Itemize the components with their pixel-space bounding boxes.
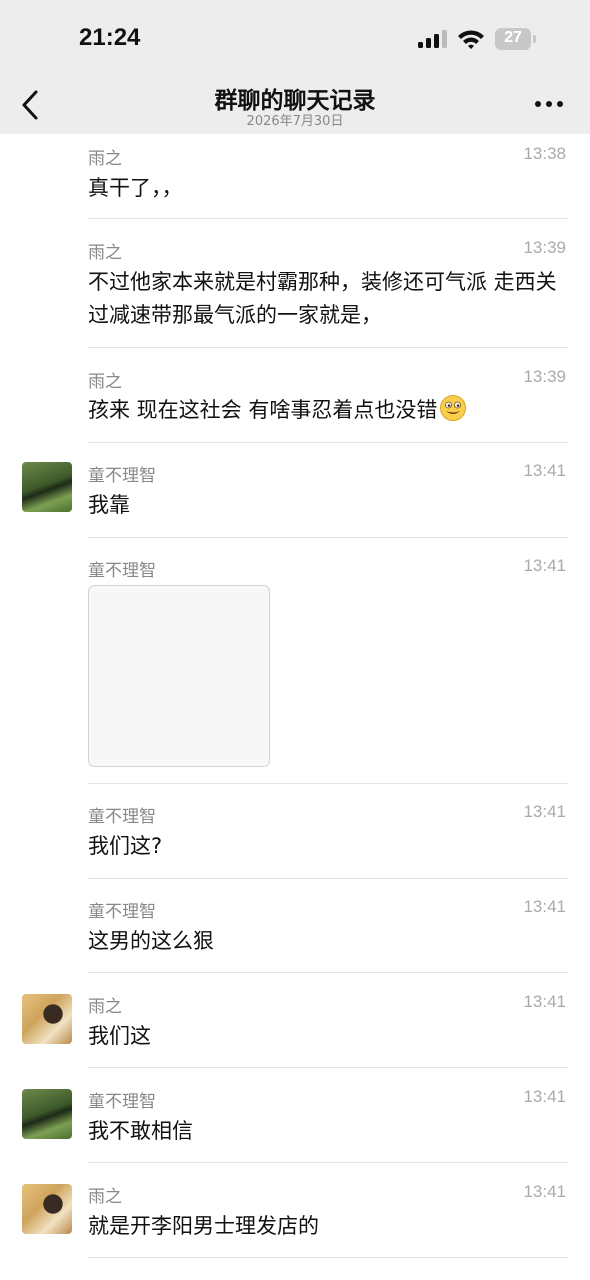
sender-name: 雨之 — [88, 997, 122, 1017]
message-time: 13:38 — [523, 144, 566, 163]
sender-name: 童不理智 — [88, 561, 156, 581]
divider — [88, 1257, 568, 1258]
sender-name: 童不理智 — [88, 902, 156, 922]
divider — [88, 1162, 568, 1163]
chat-history-list[interactable]: 雨之 13:38 真干了，， 雨之 13:39 不过他家本来就是村霸那种，装修还… — [0, 134, 590, 1280]
nav-bar: 群聊的聊天记录 2026年7月30日 — [0, 76, 590, 134]
message-text: 这男的这么狠 — [88, 929, 214, 953]
status-bar: 21:24 27 — [0, 0, 590, 76]
divider — [88, 1067, 568, 1068]
list-item[interactable]: 雨之 13:38 真干了，， — [0, 134, 590, 220]
message-time: 13:41 — [523, 556, 566, 575]
list-item[interactable]: 雨之 13:39 不过他家本来就是村霸那种，装修还可气派 走西关过减速带那最气派… — [0, 220, 590, 349]
cellular-signal-icon — [418, 30, 447, 48]
message-time: 13:41 — [523, 897, 566, 916]
divider — [88, 783, 568, 784]
list-item[interactable]: 童不理智 13:41 我不敢相信 — [0, 1069, 590, 1164]
sender-name: 雨之 — [88, 149, 122, 169]
message-time: 13:41 — [523, 992, 566, 1011]
message-time: 13:41 — [523, 802, 566, 821]
wifi-icon — [458, 30, 484, 49]
avatar[interactable] — [22, 1184, 72, 1234]
sender-name: 雨之 — [88, 1187, 122, 1207]
message-time: 13:39 — [523, 238, 566, 257]
message-text: 我们这? — [88, 834, 163, 858]
divider — [88, 347, 568, 348]
message-text: 我们这 — [88, 1024, 151, 1048]
list-item[interactable]: 童不理智 13:41 — [0, 539, 590, 785]
list-item[interactable]: 童不理智 13:41 我靠 — [0, 444, 590, 539]
divider — [88, 537, 568, 538]
avatar[interactable] — [22, 994, 72, 1044]
avatar[interactable] — [22, 462, 72, 512]
list-item[interactable]: 雨之 13:39 孩来 现在这社会 有啥事忍着点也没错 — [0, 349, 590, 444]
message-time: 13:41 — [523, 1182, 566, 1201]
message-text-container: 孩来 现在这社会 有啥事忍着点也没错 — [88, 394, 573, 427]
message-text: 我不敢相信 — [88, 1119, 193, 1143]
divider — [88, 218, 568, 219]
more-options-icon[interactable] — [534, 94, 564, 114]
battery-level: 27 — [504, 29, 522, 46]
sender-name: 童不理智 — [88, 1092, 156, 1112]
status-time: 21:24 — [79, 24, 141, 51]
grinning-face-emoji-icon — [440, 395, 467, 421]
sender-name: 雨之 — [88, 372, 122, 392]
list-item[interactable]: 童不理智 13:41 我们这? — [0, 785, 590, 880]
sender-name: 童不理智 — [88, 466, 156, 486]
message-time: 13:41 — [523, 1087, 566, 1106]
message-text: 真干了，， — [88, 176, 183, 200]
list-item[interactable]: 雨之 13:41 就是开李阳男士理发店的 — [0, 1164, 590, 1259]
message-time: 13:41 — [523, 461, 566, 480]
divider — [88, 878, 568, 879]
divider — [88, 972, 568, 973]
message-text: 我靠 — [88, 493, 130, 517]
image-message[interactable] — [88, 585, 270, 767]
message-time: 13:39 — [523, 367, 566, 386]
battery-cap — [533, 35, 536, 43]
page-subtitle-date: 2026年7月30日 — [246, 114, 344, 129]
sender-name: 雨之 — [88, 243, 122, 263]
list-item[interactable]: 雨之 13:41 我们这 — [0, 974, 590, 1069]
avatar[interactable] — [22, 1089, 72, 1139]
message-text: 就是开李阳男士理发店的 — [88, 1214, 319, 1238]
divider — [88, 442, 568, 443]
sender-name: 童不理智 — [88, 807, 156, 827]
message-text: 不过他家本来就是村霸那种，装修还可气派 走西关过减速带那最气派的一家就是， — [88, 270, 557, 327]
list-item[interactable]: 童不理智 13:41 这男的这么狠 — [0, 880, 590, 974]
battery-icon: 27 — [495, 28, 531, 50]
message-text: 孩来 现在这社会 有啥事忍着点也没错 — [88, 398, 438, 422]
